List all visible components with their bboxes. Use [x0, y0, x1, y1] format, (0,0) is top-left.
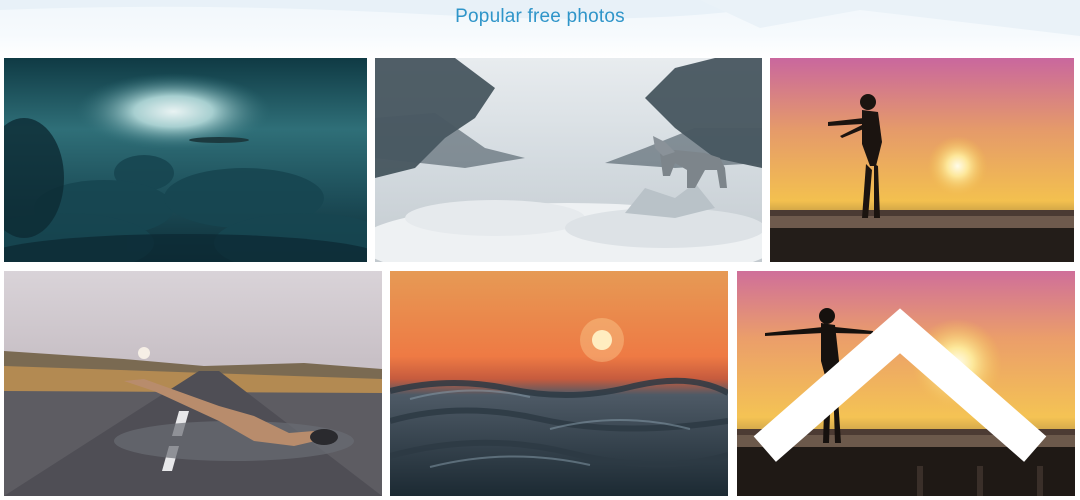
photo-wolf-in-fog[interactable] — [375, 58, 762, 262]
photo-sea-sunset[interactable] — [390, 271, 728, 496]
section-header: Popular free photos — [0, 0, 1080, 58]
photo-swimmer-on-road[interactable] — [4, 271, 382, 496]
section-title: Popular free photos — [455, 6, 625, 27]
photo-storm-clouds[interactable] — [4, 58, 367, 262]
photo-woman-sunset-silhouette[interactable] — [770, 58, 1074, 262]
chevron-up-icon[interactable] — [737, 271, 1069, 494]
photo-woman-sunset-pier[interactable] — [737, 271, 1075, 496]
